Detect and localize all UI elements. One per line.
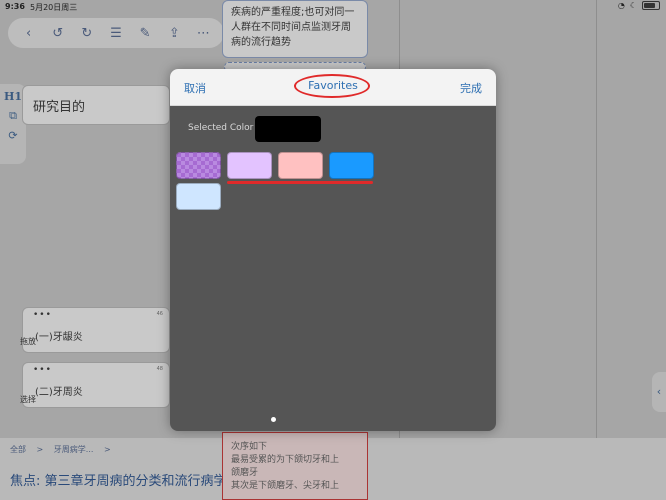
- wifi-icon: ◔: [617, 1, 625, 10]
- drag-label[interactable]: 拖放: [20, 336, 36, 347]
- top-toolbar: ‹ ↺ ↻ ☰ ✎ ⇪ ⋯: [8, 18, 224, 48]
- swatch-pink[interactable]: [278, 152, 323, 179]
- modal-header: 取消 Favorites 完成: [170, 69, 496, 106]
- mindmap-node-top[interactable]: 疾病的严重程度;也可对同一 人群在不同时间点监测牙周 病的流行趋势: [222, 0, 368, 58]
- mindmap-card-periodontitis[interactable]: ••• 48 (二)牙周炎: [22, 362, 170, 408]
- swatch-purple-checker[interactable]: [176, 152, 221, 179]
- swatch-blue[interactable]: [329, 152, 374, 179]
- right-panel-toggle[interactable]: ‹: [652, 372, 666, 412]
- done-button[interactable]: 完成: [460, 80, 482, 96]
- select-label[interactable]: 选择: [20, 394, 36, 405]
- card-text: (二)牙周炎: [35, 387, 83, 398]
- color-picker-modal: 取消 Favorites 完成 Selected Color: [170, 69, 496, 431]
- node-text-line: 最易受累的为下颌切牙和上: [231, 455, 340, 465]
- breadcrumb-separator: >: [36, 445, 44, 454]
- list-icon[interactable]: ☰: [107, 26, 125, 41]
- selected-color-swatch: [255, 116, 321, 142]
- breadcrumb-all[interactable]: 全部: [10, 445, 26, 454]
- status-date: 5月20日周三: [30, 3, 78, 12]
- mindmap-card-gingivitis[interactable]: ••• 46 (一)牙龈炎: [22, 307, 170, 353]
- annotation-underline: [227, 181, 373, 184]
- share-icon[interactable]: ⇪: [165, 26, 183, 41]
- battery-icon: [642, 1, 660, 10]
- breadcrumb: 全部 > 牙周病学... >: [10, 444, 119, 455]
- breadcrumb-separator: >: [103, 445, 111, 454]
- mindmap-node-lower[interactable]: 次序如下 最易受累的为下颌切牙和上 颌磨牙 其次是下颌磨牙、尖牙和上: [222, 432, 368, 500]
- node-text-line: 其次是下颌磨牙、尖牙和上: [231, 481, 340, 491]
- mindmap-node-goal[interactable]: 研究目的: [22, 85, 170, 125]
- redo-icon[interactable]: ↻: [78, 26, 96, 41]
- selected-color-label: Selected Color: [188, 123, 254, 133]
- card-handle-icon: •••: [33, 365, 52, 375]
- page-indicator-dot: [271, 417, 276, 422]
- card-number: 48: [156, 366, 163, 372]
- swatch-lavender[interactable]: [227, 152, 272, 179]
- node-text-line: 次序如下: [231, 442, 268, 452]
- status-indicators: ◔ ☾: [618, 1, 660, 10]
- swatch-light-blue[interactable]: [176, 183, 221, 210]
- node-title: 研究目的: [33, 100, 86, 115]
- edit-icon[interactable]: ✎: [136, 26, 154, 41]
- node-text-line: 颌磨牙: [231, 468, 259, 478]
- node-text-line: 人群在不同时间点监测牙周: [231, 22, 351, 33]
- chevron-left-icon[interactable]: ‹: [20, 26, 38, 41]
- card-text: (一)牙龈炎: [35, 332, 83, 343]
- moon-icon: ☾: [629, 1, 637, 10]
- refresh-icon[interactable]: ⟳: [0, 129, 26, 142]
- annotation-circle: [294, 74, 370, 98]
- more-icon[interactable]: ⋯: [194, 26, 212, 41]
- focus-title: 焦点: 第三章牙周病的分类和流行病学: [10, 474, 227, 489]
- chevron-left-icon: ‹: [656, 385, 662, 398]
- card-number: 46: [156, 311, 163, 317]
- card-handle-icon: •••: [33, 310, 52, 320]
- node-text-line: 疾病的严重程度;也可对同一: [231, 7, 355, 18]
- node-text-line: 病的流行趋势: [231, 37, 291, 48]
- undo-icon[interactable]: ↺: [49, 26, 67, 41]
- guide-line: [596, 0, 597, 500]
- status-time: 9:36: [5, 2, 25, 11]
- breadcrumb-periodontology[interactable]: 牙周病学...: [54, 445, 94, 454]
